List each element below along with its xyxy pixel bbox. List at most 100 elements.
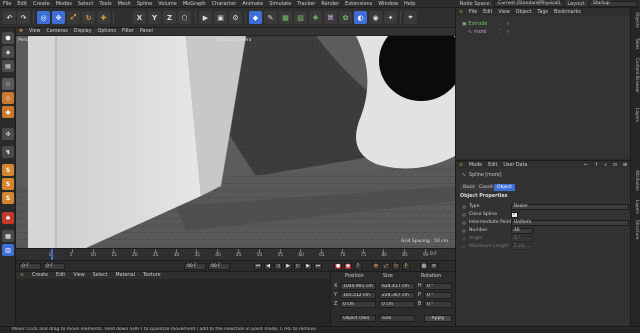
locked-workplane-icon[interactable]: ✱ [2, 212, 14, 224]
menu-character[interactable]: Character [209, 1, 240, 7]
menu-extensions[interactable]: Extensions [342, 1, 375, 7]
node-space-select[interactable]: Current (Standard/Physical) [494, 0, 565, 7]
object-row-extrude[interactable]: ▣ Extrude ⁚ ✓ [462, 21, 510, 28]
axis-x-button[interactable]: X [133, 11, 146, 24]
enabled-check-icon[interactable]: ✓ [506, 30, 510, 35]
rotation-h-field[interactable]: 0 ° [424, 283, 452, 290]
object-menu-file[interactable]: File [466, 10, 480, 15]
viewport-nav-icon[interactable]: ✥ [16, 29, 26, 34]
tweak-mode-icon[interactable]: ↯ [2, 146, 14, 158]
deformer-icon[interactable]: ⌘ [324, 11, 337, 24]
dock-tab-takes[interactable]: Takes [632, 38, 640, 49]
previous-key-icon[interactable]: ◀ [264, 263, 272, 270]
material-menu-texture[interactable]: Texture [139, 273, 165, 278]
position-y-field[interactable]: 165.512 cm [340, 292, 376, 299]
close-spline-checkbox[interactable]: ✓ [511, 211, 518, 218]
dock-tab-layers[interactable]: Layers [632, 108, 640, 122]
material-menu-select[interactable]: Select [89, 273, 112, 278]
position-x-field[interactable]: 1044.991 cm [340, 283, 376, 290]
scale-icon[interactable]: ⤢ [67, 11, 80, 24]
viewport-3d[interactable]: Perspective Default Camera Grid Spacing … [16, 36, 455, 248]
rotation-b-field[interactable]: 0 ° [424, 301, 452, 308]
attribute-menu-edit[interactable]: Edit [485, 163, 500, 168]
viewport-menu-view[interactable]: View [26, 29, 43, 34]
coord-size-select[interactable]: Size [379, 315, 415, 322]
max-frame-field[interactable]: 90 F [184, 263, 206, 270]
previous-frame-icon[interactable]: ◁ [274, 263, 282, 270]
rotate-icon[interactable]: ↻ [82, 11, 95, 24]
render-settings-icon[interactable]: ⚙ [229, 11, 242, 24]
animate-dot-icon[interactable] [462, 228, 466, 233]
model-mode-icon[interactable]: ◈ [2, 46, 14, 58]
animate-dot-icon[interactable] [462, 220, 466, 225]
current-frame-field[interactable]: 0 F [19, 263, 41, 270]
snap-icon[interactable]: ⌖ [404, 11, 417, 24]
size-z-field[interactable]: 0 cm [379, 301, 415, 308]
menu-mesh[interactable]: Mesh [115, 1, 134, 7]
camera-icon[interactable]: ◉ [369, 11, 382, 24]
render-picture-viewer-icon[interactable]: ▣ [214, 11, 227, 24]
key-position-icon[interactable]: ✥ [372, 263, 380, 270]
field-icon[interactable]: ✿ [339, 11, 352, 24]
light-icon[interactable]: ✦ [384, 11, 397, 24]
cloner-icon[interactable]: ❖ [309, 11, 322, 24]
menu-edit[interactable]: Edit [14, 1, 30, 7]
layout-select[interactable]: Startup [589, 0, 637, 7]
redo-icon[interactable]: ↷ [17, 11, 30, 24]
axis-y-button[interactable]: Y [148, 11, 161, 24]
menu-create[interactable]: Create [30, 1, 53, 7]
key-pla-icon[interactable]: ▦ [420, 263, 428, 270]
number-field[interactable]: 40 [511, 227, 533, 234]
menu-window[interactable]: Window [375, 1, 401, 7]
menu-file[interactable]: File [0, 1, 14, 7]
timeline-menu-icon[interactable]: ≡ [430, 263, 438, 270]
pen-icon[interactable]: ✎ [264, 11, 277, 24]
workplane-icon[interactable]: ▦ [2, 230, 14, 242]
viewport-menu-filter[interactable]: Filter [119, 29, 137, 34]
size-y-field[interactable]: 224.367 cm [379, 292, 415, 299]
menu-volume[interactable]: Volume [155, 1, 180, 7]
texture-mode-icon[interactable]: ▤ [2, 60, 14, 72]
key-scale-icon[interactable]: ⤢ [382, 263, 390, 270]
points-mode-icon[interactable]: ⁘ [2, 78, 14, 90]
edges-mode-icon[interactable]: ◇ [2, 92, 14, 104]
back-arrow-icon[interactable]: ← [581, 163, 591, 168]
apply-button[interactable]: Apply [424, 315, 452, 322]
object-menu-object[interactable]: Object [513, 10, 535, 15]
type-select[interactable]: Bezier [511, 203, 629, 210]
rotation-p-field[interactable]: 0 ° [424, 292, 452, 299]
material-menu-material[interactable]: Material [111, 273, 139, 278]
min-frame-field[interactable]: 0 F [43, 263, 65, 270]
grid-icon[interactable]: ▥ [2, 244, 14, 256]
attribute-menu-user-data[interactable]: User Data [500, 163, 530, 168]
floor-icon[interactable]: ◐ [354, 11, 367, 24]
enabled-check-icon[interactable]: ✓ [506, 22, 510, 27]
autokey-icon[interactable]: ◉ [344, 263, 352, 270]
playhead[interactable] [51, 249, 53, 260]
viewport-menu-display[interactable]: Display [71, 29, 95, 34]
make-editable-icon[interactable]: ⬢ [2, 32, 14, 44]
coord-mode-select[interactable]: Object (Rel) [340, 315, 376, 322]
undo-icon[interactable]: ↶ [3, 11, 16, 24]
subdivision-icon[interactable]: ▦ [279, 11, 292, 24]
dock-tab-content-browser[interactable]: Content Browser [632, 58, 640, 93]
size-x-field[interactable]: 624.417 cm [379, 283, 415, 290]
object-menu-edit[interactable]: Edit [480, 10, 495, 15]
live-selection-icon[interactable]: ◎ [37, 11, 50, 24]
menu-spline[interactable]: Spline [134, 1, 155, 7]
lock-icon[interactable]: ⊡ [610, 163, 620, 168]
up-arrow-icon[interactable]: ↑ [591, 163, 601, 168]
dock-tab-objects[interactable]: Objects [632, 12, 640, 28]
animate-dot-icon[interactable] [462, 212, 466, 217]
menu-tracker[interactable]: Tracker [294, 1, 318, 7]
object-menu-bookmarks[interactable]: Bookmarks [551, 10, 584, 15]
attribute-menu-mode[interactable]: Mode [466, 163, 485, 168]
new-window-icon[interactable]: ⊞ [620, 163, 630, 168]
menu-help[interactable]: Help [401, 1, 418, 7]
menu-render[interactable]: Render [318, 1, 342, 7]
play-icon[interactable]: ▶ [284, 263, 292, 270]
visibility-dots-icon[interactable]: ⁚ [500, 30, 502, 35]
viewport-menu-panel[interactable]: Panel [137, 29, 156, 34]
extrude-generator-icon[interactable]: ▧ [294, 11, 307, 24]
move-icon[interactable]: ✥ [52, 11, 65, 24]
